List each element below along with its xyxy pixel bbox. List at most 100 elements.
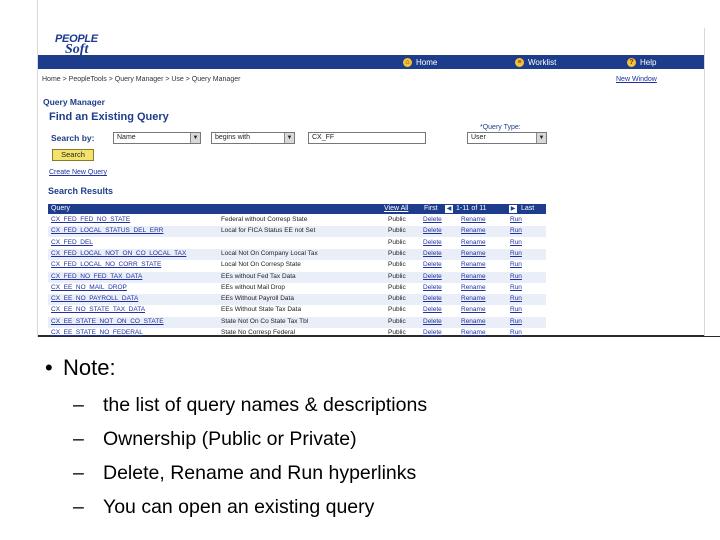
- operator-value: begins with: [215, 134, 251, 141]
- table-row: CX_FED_LOCAL_NOT_ON_CO_LOCAL_TAX Local No…: [48, 248, 546, 260]
- query-owner: Public: [388, 216, 406, 223]
- run-link[interactable]: Run: [510, 227, 530, 234]
- query-name-link[interactable]: CX_FED_FED_NO_STATE: [51, 216, 221, 223]
- run-link[interactable]: Run: [510, 318, 530, 325]
- query-type-label: *Query Type:: [480, 124, 521, 131]
- rename-link[interactable]: Rename: [461, 227, 499, 234]
- delete-link[interactable]: Delete: [423, 261, 453, 268]
- search-by-select[interactable]: Name ▼: [113, 132, 201, 144]
- delete-link[interactable]: Delete: [423, 318, 453, 325]
- query-description: Local for FICA Status EE not Set: [221, 227, 316, 235]
- rename-link[interactable]: Rename: [461, 273, 499, 280]
- delete-link[interactable]: Delete: [423, 250, 453, 257]
- note-bullet: • Note:: [45, 355, 116, 381]
- last-label[interactable]: Last: [521, 205, 534, 212]
- table-row: CX_EE_STATE_NOT_ON_CO_STATE State Not On …: [48, 316, 546, 328]
- next-page-icon[interactable]: ▶: [509, 205, 517, 213]
- query-type-select[interactable]: User ▼: [467, 132, 547, 144]
- run-link[interactable]: Run: [510, 250, 530, 257]
- table-row: CX_EE_NO_STATE_TAX_DATA EEs Without State…: [48, 305, 546, 316]
- screenshot-region: PEOPLE Soft ⌂ Home ≡ Worklist ? Help Hom…: [0, 0, 720, 337]
- operator-select[interactable]: begins with ▼: [211, 132, 295, 144]
- run-link[interactable]: Run: [510, 273, 530, 280]
- create-new-query-link[interactable]: Create New Query: [49, 169, 107, 176]
- results-grid-header: Query View All First ◀ 1-11 of 11 ▶ Last: [48, 204, 546, 214]
- table-row: CX_EE_STATE_NO_FEDERAL State No Corresp F…: [48, 328, 546, 339]
- search-by-value: Name: [117, 134, 136, 141]
- query-name-link[interactable]: CX_EE_NO_MAIL_DROP: [51, 284, 221, 291]
- delete-link[interactable]: Delete: [423, 216, 453, 223]
- sub-bullet-text: Ownership (Public or Private): [103, 428, 357, 450]
- rename-link[interactable]: Rename: [461, 250, 499, 257]
- note-label: Note:: [63, 355, 116, 380]
- sub-bullet-text: Delete, Rename and Run hyperlinks: [103, 462, 417, 484]
- chevron-down-icon: ▼: [536, 133, 546, 143]
- sub-bullet: – Ownership (Public or Private): [73, 428, 357, 451]
- query-name-link[interactable]: CX_EE_NO_PAYROLL_DATA: [51, 295, 221, 302]
- rename-link[interactable]: Rename: [461, 329, 499, 336]
- nav-worklist[interactable]: ≡ Worklist: [515, 56, 556, 68]
- rename-link[interactable]: Rename: [461, 306, 499, 313]
- delete-link[interactable]: Delete: [423, 295, 453, 302]
- query-name-link[interactable]: CX_EE_NO_STATE_TAX_DATA: [51, 306, 221, 313]
- rename-link[interactable]: Rename: [461, 239, 499, 246]
- home-icon: ⌂: [403, 57, 412, 67]
- query-name-link[interactable]: CX_FED_LOCAL_NO_CORR_STATE: [51, 261, 221, 268]
- query-name-link[interactable]: CX_EE_STATE_NOT_ON_CO_STATE: [51, 318, 221, 325]
- page-title: Find an Existing Query: [49, 111, 169, 123]
- range-label: 1-11 of 11: [456, 205, 487, 212]
- delete-link[interactable]: Delete: [423, 273, 453, 280]
- run-link[interactable]: Run: [510, 284, 530, 291]
- delete-link[interactable]: Delete: [423, 239, 453, 246]
- query-name-link[interactable]: CX_FED_NO_FED_TAX_DATA: [51, 273, 221, 280]
- bullet-dot: •: [45, 355, 53, 380]
- sub-bullet: – You can open an existing query: [73, 496, 374, 519]
- first-label[interactable]: First: [424, 205, 438, 212]
- rename-link[interactable]: Rename: [461, 318, 499, 325]
- run-link[interactable]: Run: [510, 261, 530, 268]
- run-link[interactable]: Run: [510, 216, 530, 223]
- query-owner: Public: [388, 295, 406, 303]
- query-description: Local Not On Company Local Tax: [221, 249, 318, 257]
- delete-link[interactable]: Delete: [423, 227, 453, 234]
- delete-link[interactable]: Delete: [423, 329, 453, 336]
- query-owner: Public: [388, 317, 406, 325]
- query-owner: Public: [388, 272, 406, 280]
- worklist-icon: ≡: [515, 57, 524, 67]
- rename-link[interactable]: Rename: [461, 261, 499, 268]
- sub-bullet: – the list of query names & descriptions: [73, 394, 427, 417]
- delete-link[interactable]: Delete: [423, 306, 453, 313]
- sub-bullet: – Delete, Rename and Run hyperlinks: [73, 462, 416, 485]
- search-button[interactable]: Search: [52, 149, 94, 161]
- rename-link[interactable]: Rename: [461, 284, 499, 291]
- delete-link[interactable]: Delete: [423, 284, 453, 291]
- rename-link[interactable]: Rename: [461, 295, 499, 302]
- view-all-link[interactable]: View All: [384, 205, 408, 212]
- nav-home[interactable]: ⌂ Home: [403, 56, 437, 68]
- breadcrumb[interactable]: Home > PeopleTools > Query Manager > Use…: [42, 76, 240, 83]
- browser-top-edge: [0, 0, 720, 28]
- run-link[interactable]: Run: [510, 329, 530, 336]
- prev-page-icon[interactable]: ◀: [445, 205, 453, 213]
- query-name-link[interactable]: CX_FED_LOCAL_NOT_ON_CO_LOCAL_TAX: [51, 250, 221, 257]
- query-owner: Public: [388, 329, 406, 336]
- run-link[interactable]: Run: [510, 306, 530, 313]
- rename-link[interactable]: Rename: [461, 216, 499, 223]
- chevron-down-icon: ▼: [190, 133, 200, 143]
- new-window-link[interactable]: New Window: [616, 76, 657, 83]
- search-input[interactable]: CX_FF: [308, 132, 426, 144]
- query-name-link[interactable]: CX_FED_DEL: [51, 239, 221, 246]
- nav-home-label: Home: [416, 57, 438, 67]
- query-description: EEs Without Payroll Data: [221, 295, 294, 303]
- run-link[interactable]: Run: [510, 295, 530, 302]
- browser-right-edge: [704, 28, 720, 336]
- table-row: CX_FED_LOCAL_NO_CORR_STATE Local Not On C…: [48, 260, 546, 271]
- query-name-link[interactable]: CX_EE_STATE_NO_FEDERAL: [51, 329, 221, 336]
- nav-help-label: Help: [640, 57, 657, 67]
- query-description: Local Not On Corresp State: [221, 261, 301, 269]
- run-link[interactable]: Run: [510, 239, 530, 246]
- query-name-link[interactable]: CX_FED_LOCAL_STATUS_DEL_ERR: [51, 227, 221, 234]
- query-type-value: User: [471, 134, 486, 141]
- query-description: Federal without Corresp State: [221, 216, 308, 223]
- nav-help[interactable]: ? Help: [627, 56, 656, 68]
